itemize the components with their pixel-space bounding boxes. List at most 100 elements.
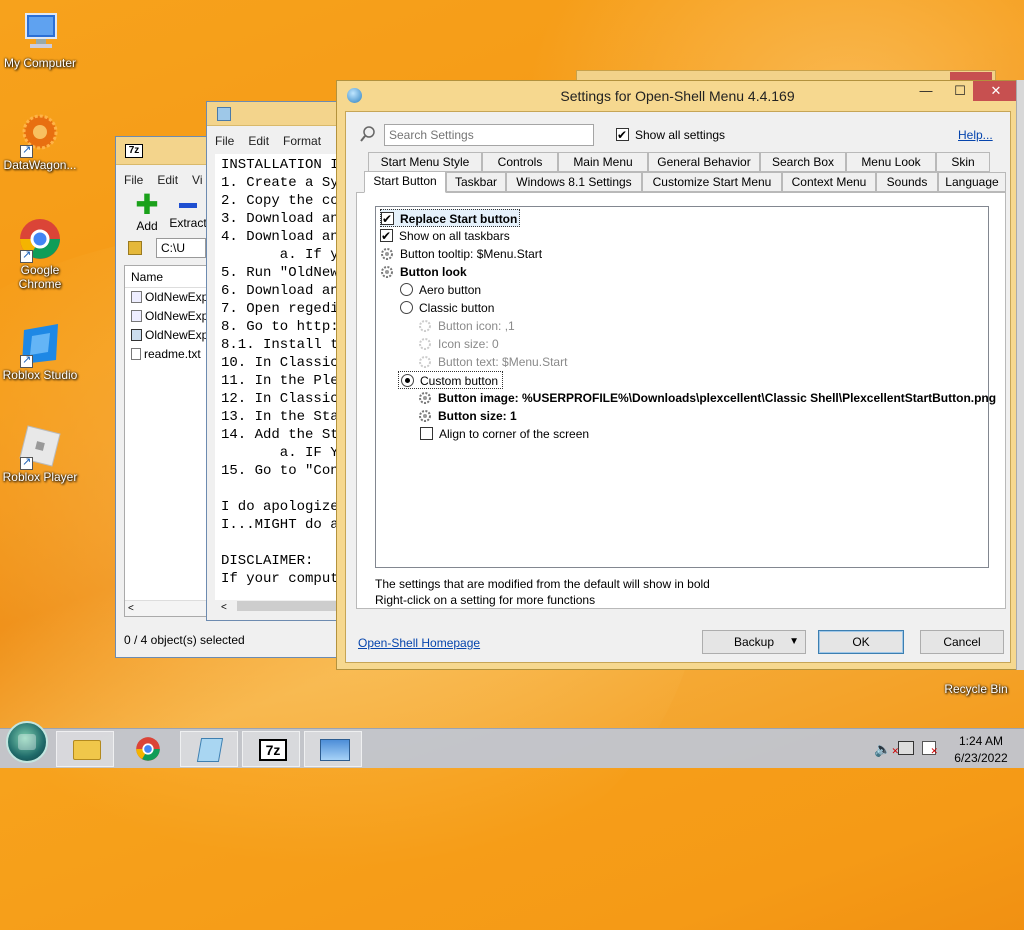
menu-view[interactable]: Vi <box>192 173 202 187</box>
align-corner-setting[interactable]: Align to corner of the screen <box>420 425 589 443</box>
checkbox-checked <box>381 210 394 228</box>
notepad-text-area[interactable]: INSTALLATION IN 1. Create a Sys 2. Copy th… <box>215 154 347 604</box>
search-icon <box>360 126 376 145</box>
volume-muted-icon[interactable]: 🔈✕ <box>874 741 899 758</box>
menu-file[interactable]: File <box>124 173 143 187</box>
taskbar-file-explorer[interactable] <box>56 731 114 767</box>
plus-icon: ✚ <box>135 189 159 220</box>
datawagon-icon <box>18 112 62 158</box>
desktop-icon-roblox-studio[interactable]: Roblox Studio <box>0 322 80 382</box>
gear-icon <box>418 409 432 423</box>
minimize-button[interactable]: — <box>911 81 941 101</box>
minus-icon <box>179 203 197 208</box>
button-look-group[interactable]: Button look <box>380 263 467 281</box>
gear-icon <box>418 391 432 405</box>
notepad-line: INSTALLATION IN <box>221 157 347 173</box>
up-folder-icon[interactable] <box>128 241 142 255</box>
column-header-name[interactable]: Name <box>125 266 207 288</box>
tab-search-box[interactable]: Search Box <box>760 152 846 172</box>
taskbar-openshell-settings[interactable] <box>304 731 362 767</box>
taskbar-7zip[interactable]: 7z <box>242 731 300 767</box>
taskbar-chrome[interactable] <box>118 731 176 767</box>
classic-button-option[interactable]: Classic button <box>400 299 494 317</box>
desktop-icon-chrome[interactable]: Google Chrome <box>0 217 80 291</box>
chrome-icon <box>18 217 62 263</box>
settings-dialog[interactable]: Settings for Open-Shell Menu 4.4.169 — ☐… <box>336 80 1019 670</box>
button-image-setting[interactable]: Button image: %USERPROFILE%\Downloads\pl… <box>418 389 996 407</box>
menu-format[interactable]: Format <box>283 134 321 148</box>
list-item[interactable]: OldNewExp <box>125 288 208 307</box>
homepage-link[interactable]: Open-Shell Homepage <box>358 634 480 652</box>
horizontal-scrollbar[interactable]: < <box>125 600 207 616</box>
tab-start-button[interactable]: Start Button <box>364 171 446 193</box>
tab-language[interactable]: Language <box>938 172 1006 192</box>
gear-icon <box>380 265 394 279</box>
action-center-icon[interactable]: ✕ <box>922 741 938 756</box>
desktop-icon-my-computer[interactable]: My Computer <box>0 10 80 70</box>
aero-button-option[interactable]: Aero button <box>400 281 481 299</box>
tab-skin[interactable]: Skin <box>936 152 990 172</box>
replace-start-button-setting[interactable]: Replace Start button <box>380 209 521 228</box>
desktop-icon-recycle-bin[interactable]: Recycle Bin <box>936 682 1016 696</box>
button-text-setting: Button text: $Menu.Start <box>418 353 567 371</box>
add-button[interactable]: ✚ Add <box>130 189 164 234</box>
list-item[interactable]: readme.txt <box>125 345 207 364</box>
search-input[interactable] <box>384 124 594 146</box>
icon-size-setting: Icon size: 0 <box>418 335 499 353</box>
tab-customize-start-menu[interactable]: Customize Start Menu <box>642 172 782 192</box>
tab-general-behavior[interactable]: General Behavior <box>648 152 760 172</box>
gear-icon <box>418 355 432 369</box>
list-item[interactable]: OldNewExp <box>125 307 208 326</box>
settings-tree[interactable]: Replace Start button Show on all taskbar… <box>375 206 996 568</box>
notepad-line: 8. Go to http:/ <box>221 319 347 335</box>
clock-time[interactable]: 1:24 AM <box>946 734 1016 748</box>
notepad-window[interactable]: File Edit Format INSTALLATION IN 1. Creat… <box>206 101 347 621</box>
start-button[interactable] <box>6 721 48 763</box>
button-tooltip-setting[interactable]: Button tooltip: $Menu.Start <box>380 245 542 263</box>
path-input[interactable]: C:\U <box>156 238 206 258</box>
notepad-line: 4. Download and <box>221 229 347 245</box>
checkbox-unchecked <box>420 427 433 440</box>
desktop-icon-label: Google Chrome <box>18 263 62 291</box>
exe-file-icon <box>131 329 142 341</box>
roblox-studio-icon <box>18 322 62 368</box>
cancel-button[interactable]: Cancel <box>920 630 1004 654</box>
notepad-line: 15. Go to "Cont <box>221 463 347 479</box>
backup-button[interactable]: Backup ▼ <box>702 630 806 654</box>
desktop-icon-datawagon[interactable]: DataWagon... <box>0 112 80 172</box>
notepad-line: DISCLAIMER: <box>221 553 314 569</box>
notepad-menubar: File Edit Format <box>207 130 345 152</box>
desktop-icon-label: Roblox Studio <box>2 368 78 382</box>
close-button[interactable]: ✕ <box>973 81 1019 101</box>
tab-windows-81-settings[interactable]: Windows 8.1 Settings <box>506 172 642 192</box>
tab-main-menu[interactable]: Main Menu <box>558 152 648 172</box>
custom-button-option[interactable]: Custom button <box>398 371 504 389</box>
tab-start-menu-style[interactable]: Start Menu Style <box>368 152 482 172</box>
maximize-button[interactable]: ☐ <box>945 81 975 101</box>
menu-edit[interactable]: Edit <box>248 134 269 148</box>
tab-taskbar[interactable]: Taskbar <box>446 172 506 192</box>
notepad-line: 8.1. Install th <box>221 337 347 353</box>
tab-menu-look[interactable]: Menu Look <box>846 152 936 172</box>
gear-icon <box>418 319 432 333</box>
clock-date[interactable]: 6/23/2022 <box>946 751 1016 765</box>
ok-button[interactable]: OK <box>818 630 904 654</box>
button-size-setting[interactable]: Button size: 1 <box>418 407 517 425</box>
taskbar-notepad[interactable] <box>180 731 238 767</box>
tab-controls[interactable]: Controls <box>482 152 558 172</box>
sevenzip-logo-icon: 7z <box>259 739 287 761</box>
help-link[interactable]: Help... <box>958 126 993 144</box>
network-icon[interactable] <box>898 741 914 755</box>
desktop-icon-roblox-player[interactable]: Roblox Player <box>0 424 80 484</box>
tab-sounds[interactable]: Sounds <box>876 172 938 192</box>
menu-file[interactable]: File <box>215 134 234 148</box>
menu-edit[interactable]: Edit <box>157 173 178 187</box>
show-all-taskbars-setting[interactable]: Show on all taskbars <box>380 227 510 245</box>
show-all-settings-checkbox[interactable]: Show all settings <box>616 126 725 144</box>
extract-button[interactable]: Extract <box>168 195 208 230</box>
list-item[interactable]: OldNewExp <box>125 326 208 345</box>
horizontal-scrollbar[interactable]: < <box>215 600 347 616</box>
notepad-line: 3. Download and <box>221 211 347 227</box>
tab-context-menu[interactable]: Context Menu <box>782 172 876 192</box>
dialog-titlebar[interactable]: Settings for Open-Shell Menu 4.4.169 — ☐… <box>337 81 1019 109</box>
